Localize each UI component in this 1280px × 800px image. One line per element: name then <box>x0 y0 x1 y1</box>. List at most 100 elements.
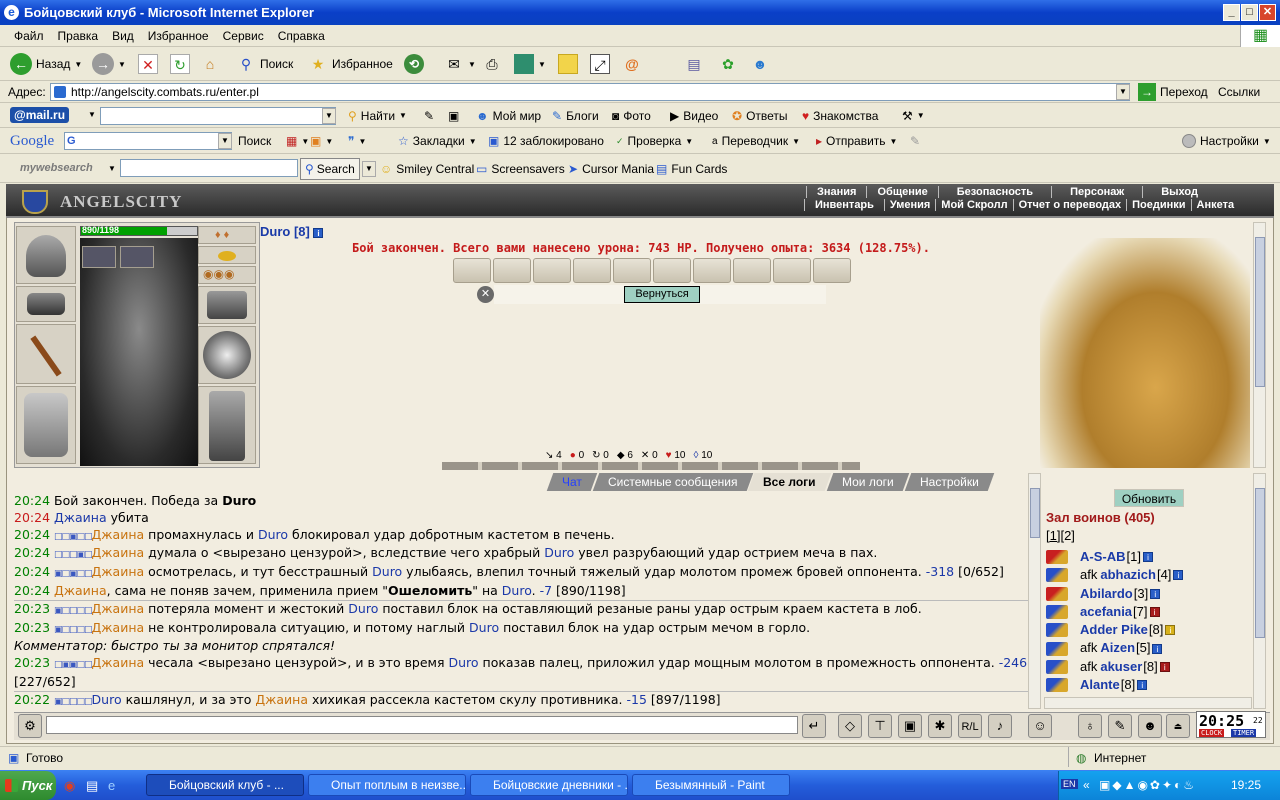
armor-slot[interactable] <box>16 386 76 464</box>
warrior-name[interactable]: Abilardo <box>1080 585 1133 603</box>
page-1-link[interactable]: [1] <box>1046 528 1060 543</box>
go-button[interactable]: → Переход <box>1138 81 1208 103</box>
scroll-thumb[interactable] <box>1255 237 1265 387</box>
menu-file[interactable]: Файл <box>0 25 51 43</box>
belt-slot-2[interactable] <box>120 246 154 268</box>
translit-button[interactable]: R/L <box>958 714 982 738</box>
nav-exit[interactable]: Выход <box>1142 186 1216 198</box>
player-name[interactable]: Duro <box>348 601 378 616</box>
player-name[interactable]: Duro <box>448 655 478 670</box>
tab-settings[interactable]: Настройки <box>904 473 994 491</box>
chevron-down-icon[interactable]: ▼ <box>1116 84 1130 100</box>
google-apps-button[interactable]: ▣ ▼ <box>310 129 333 153</box>
save-button[interactable]: ▣ <box>898 714 922 738</box>
scroll-slot[interactable] <box>773 258 811 283</box>
player-name[interactable]: Джаина <box>54 510 107 525</box>
refresh-button[interactable]: ↻ <box>170 48 190 80</box>
scroll-button[interactable]: ✎ <box>1108 714 1132 738</box>
research-button[interactable]: ▤ <box>684 48 704 80</box>
nav-inventory[interactable]: Инвентарь <box>804 199 884 211</box>
player-name[interactable]: Джаина <box>92 601 145 616</box>
google-translate-button[interactable]: a Переводчик ▼ <box>712 129 800 153</box>
private-message-icon[interactable] <box>1046 586 1068 601</box>
google-settings-button[interactable]: Настройки ▼ <box>1182 129 1271 153</box>
player-name[interactable]: Duro <box>544 545 574 560</box>
player-name[interactable]: Джаина <box>92 564 145 579</box>
gloves-slot[interactable] <box>198 286 256 324</box>
menu-view[interactable]: Вид <box>105 25 141 43</box>
tray-icons[interactable]: ▣◆▲◉✿✦◐♨ <box>1099 778 1196 792</box>
stop-button[interactable]: ✕ <box>138 48 158 80</box>
chevron-down-icon[interactable]: ▼ <box>88 110 96 119</box>
google-news-button[interactable]: ▦ ▼ <box>286 129 309 153</box>
timer-label[interactable]: TIMER <box>1231 729 1257 737</box>
google-popup-blocker[interactable]: ▣ 12 заблокировано <box>488 129 604 153</box>
weapon-slot[interactable] <box>16 324 76 384</box>
info-icon[interactable]: i <box>1173 570 1184 581</box>
chat-input[interactable] <box>46 716 798 734</box>
quicklaunch-opera-icon[interactable]: ◉ <box>64 778 75 794</box>
people-button[interactable]: ☻ <box>1138 714 1162 738</box>
info-icon[interactable]: i <box>1137 680 1148 691</box>
player-name[interactable]: Джаина <box>92 620 145 635</box>
mailru-dating-link[interactable]: ♥ Знакомства <box>802 104 878 127</box>
player-name[interactable]: Duro <box>258 527 288 542</box>
private-message-icon[interactable] <box>1046 568 1068 583</box>
scroll-slot[interactable] <box>653 258 691 283</box>
tab-system-messages[interactable]: Системные сообщения <box>592 473 753 491</box>
mailru-blogs-link[interactable]: ✎ Блоги <box>552 104 599 127</box>
nav-skills[interactable]: Умения <box>883 199 935 211</box>
player-name[interactable]: Джаина <box>92 527 145 542</box>
menu-favorites[interactable]: Избранное <box>141 25 216 43</box>
google-spellcheck-button[interactable]: ✓ Проверка ▼ <box>616 129 693 153</box>
info-icon[interactable]: i <box>1152 643 1163 654</box>
bracer-slot[interactable] <box>16 286 76 322</box>
return-button[interactable]: Вернуться <box>624 286 700 303</box>
info-icon[interactable]: i <box>313 227 324 238</box>
warrior-name[interactable]: Aizen <box>1100 639 1135 657</box>
battle-scrollbar[interactable] <box>1253 222 1266 468</box>
google-pen-button[interactable]: ✎ <box>910 129 920 153</box>
private-message-icon[interactable] <box>1046 641 1068 656</box>
warrior-name[interactable]: A-S-AB <box>1080 548 1126 566</box>
chat-scrollbar[interactable] <box>1028 473 1041 709</box>
rings-slot[interactable]: ◉◉◉ <box>198 266 256 284</box>
chevron-down-icon[interactable]: ▼ <box>108 164 116 173</box>
chevron-down-icon[interactable]: ▼ <box>322 108 336 124</box>
belt-slot-1[interactable] <box>82 246 116 268</box>
mailru-logo[interactable]: @mail.ru <box>10 107 70 123</box>
back-button[interactable]: ← Назад ▼ <box>10 48 82 80</box>
menu-help[interactable]: Справка <box>271 25 332 43</box>
page-2-link[interactable]: [2] <box>1060 528 1074 543</box>
player-name[interactable]: Duro <box>502 583 532 598</box>
tab-my-logs[interactable]: Мои логи <box>826 473 909 491</box>
scroll-slot[interactable] <box>693 258 731 283</box>
nav-knowledge[interactable]: Знания <box>806 186 866 198</box>
player-name[interactable]: Джаина <box>92 655 145 670</box>
close-fight-icon[interactable]: ✕ <box>477 286 494 303</box>
warrior-name[interactable]: Alante <box>1080 676 1120 694</box>
google-send-button[interactable]: ▸ Отправить ▼ <box>816 129 897 153</box>
send-button[interactable]: ↵ <box>802 714 826 738</box>
mail-button[interactable]: ✉ ▼ <box>444 48 476 80</box>
tab-chat[interactable]: Чат <box>546 473 598 491</box>
close-button[interactable]: ✕ <box>1259 4 1276 21</box>
notes-button[interactable] <box>558 48 578 80</box>
edit-button[interactable]: ▼ <box>514 48 546 80</box>
info-icon[interactable]: i <box>1150 588 1161 599</box>
smiley-button[interactable]: ☺ <box>1028 714 1052 738</box>
player-name[interactable]: Duro <box>469 620 499 635</box>
private-message-icon[interactable] <box>1046 659 1068 674</box>
info-icon[interactable]: i <box>1159 661 1170 672</box>
smiley-central-link[interactable]: ☺ Smiley Central <box>380 155 474 182</box>
language-indicator[interactable]: EN <box>1061 779 1078 789</box>
sound-button[interactable]: ♪ <box>988 714 1012 738</box>
screensavers-link[interactable]: ▭ Screensavers <box>476 155 565 182</box>
google-quote-button[interactable]: ❞ ▼ <box>348 129 366 153</box>
warrior-name[interactable]: Adder Pike <box>1080 621 1148 639</box>
mailru-myworld-link[interactable]: ☻ Мой мир <box>476 104 541 127</box>
history-button[interactable]: ⟲ <box>404 48 424 80</box>
scroll-slot[interactable] <box>733 258 771 283</box>
player-name[interactable]: Duro <box>372 564 402 579</box>
chat-menu-button[interactable]: ⚙ <box>18 714 42 738</box>
